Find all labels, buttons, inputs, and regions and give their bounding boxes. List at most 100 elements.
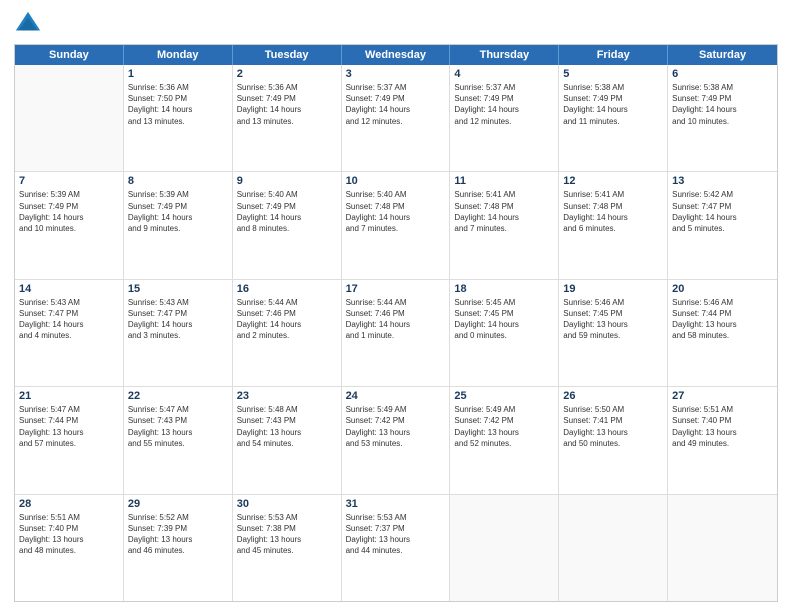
cell-line: Sunrise: 5:37 AM <box>346 82 446 93</box>
cell-line: Sunrise: 5:38 AM <box>563 82 663 93</box>
cell-line: Daylight: 13 hours <box>19 534 119 545</box>
day-number: 20 <box>672 283 773 295</box>
calendar-cell-2: 2Sunrise: 5:36 AMSunset: 7:49 PMDaylight… <box>233 65 342 171</box>
cell-line: and 11 minutes. <box>563 116 663 127</box>
page: SundayMondayTuesdayWednesdayThursdayFrid… <box>0 0 792 612</box>
day-number: 25 <box>454 390 554 402</box>
header-day-sunday: Sunday <box>15 45 124 65</box>
cell-line: Daylight: 13 hours <box>346 534 446 545</box>
cell-line: Sunrise: 5:44 AM <box>346 297 446 308</box>
cell-line: and 53 minutes. <box>346 438 446 449</box>
cell-line: Daylight: 13 hours <box>128 534 228 545</box>
calendar-cell-8: 8Sunrise: 5:39 AMSunset: 7:49 PMDaylight… <box>124 172 233 278</box>
cell-line: Sunrise: 5:36 AM <box>237 82 337 93</box>
cell-line: Sunset: 7:45 PM <box>563 308 663 319</box>
day-number: 26 <box>563 390 663 402</box>
cell-line: Sunset: 7:44 PM <box>672 308 773 319</box>
day-number: 16 <box>237 283 337 295</box>
cell-line: Sunset: 7:45 PM <box>454 308 554 319</box>
cell-line: Sunrise: 5:43 AM <box>128 297 228 308</box>
day-number: 27 <box>672 390 773 402</box>
calendar-cell-empty-4-6 <box>668 495 777 601</box>
day-number: 13 <box>672 175 773 187</box>
header-day-thursday: Thursday <box>450 45 559 65</box>
cell-line: and 54 minutes. <box>237 438 337 449</box>
cell-line: Sunrise: 5:39 AM <box>19 189 119 200</box>
header-day-tuesday: Tuesday <box>233 45 342 65</box>
calendar-cell-21: 21Sunrise: 5:47 AMSunset: 7:44 PMDayligh… <box>15 387 124 493</box>
cell-line: Sunset: 7:50 PM <box>128 93 228 104</box>
calendar-cell-17: 17Sunrise: 5:44 AMSunset: 7:46 PMDayligh… <box>342 280 451 386</box>
cell-line: Sunset: 7:37 PM <box>346 523 446 534</box>
cell-line: and 2 minutes. <box>237 330 337 341</box>
cell-line: Daylight: 14 hours <box>454 104 554 115</box>
calendar-cell-11: 11Sunrise: 5:41 AMSunset: 7:48 PMDayligh… <box>450 172 559 278</box>
cell-line: Sunrise: 5:40 AM <box>237 189 337 200</box>
cell-line: Daylight: 13 hours <box>19 427 119 438</box>
cell-line: Sunrise: 5:49 AM <box>454 404 554 415</box>
cell-line: Sunset: 7:48 PM <box>563 201 663 212</box>
day-number: 8 <box>128 175 228 187</box>
cell-line: and 10 minutes. <box>19 223 119 234</box>
cell-line: Sunset: 7:49 PM <box>128 201 228 212</box>
header-day-monday: Monday <box>124 45 233 65</box>
cell-line: and 48 minutes. <box>19 545 119 556</box>
cell-line: Sunrise: 5:41 AM <box>454 189 554 200</box>
cell-line: Sunrise: 5:48 AM <box>237 404 337 415</box>
cell-line: and 46 minutes. <box>128 545 228 556</box>
day-number: 14 <box>19 283 119 295</box>
cell-line: and 1 minute. <box>346 330 446 341</box>
cell-line: Daylight: 14 hours <box>454 212 554 223</box>
cell-line: and 12 minutes. <box>346 116 446 127</box>
cell-line: and 12 minutes. <box>454 116 554 127</box>
cell-line: Sunrise: 5:39 AM <box>128 189 228 200</box>
cell-line: Daylight: 13 hours <box>672 319 773 330</box>
cell-line: Sunset: 7:49 PM <box>454 93 554 104</box>
calendar-cell-4: 4Sunrise: 5:37 AMSunset: 7:49 PMDaylight… <box>450 65 559 171</box>
cell-line: Sunrise: 5:51 AM <box>672 404 773 415</box>
calendar-cell-1: 1Sunrise: 5:36 AMSunset: 7:50 PMDaylight… <box>124 65 233 171</box>
cell-line: Sunset: 7:48 PM <box>454 201 554 212</box>
cell-line: Daylight: 14 hours <box>346 212 446 223</box>
day-number: 3 <box>346 68 446 80</box>
calendar: SundayMondayTuesdayWednesdayThursdayFrid… <box>14 44 778 602</box>
cell-line: and 0 minutes. <box>454 330 554 341</box>
cell-line: Sunrise: 5:43 AM <box>19 297 119 308</box>
cell-line: and 8 minutes. <box>237 223 337 234</box>
calendar-cell-30: 30Sunrise: 5:53 AMSunset: 7:38 PMDayligh… <box>233 495 342 601</box>
cell-line: Sunrise: 5:42 AM <box>672 189 773 200</box>
cell-line: Daylight: 14 hours <box>237 104 337 115</box>
cell-line: and 52 minutes. <box>454 438 554 449</box>
calendar-cell-29: 29Sunrise: 5:52 AMSunset: 7:39 PMDayligh… <box>124 495 233 601</box>
cell-line: Sunrise: 5:40 AM <box>346 189 446 200</box>
cell-line: Sunrise: 5:46 AM <box>672 297 773 308</box>
cell-line: Daylight: 13 hours <box>672 427 773 438</box>
calendar-row-3: 21Sunrise: 5:47 AMSunset: 7:44 PMDayligh… <box>15 387 777 494</box>
calendar-cell-12: 12Sunrise: 5:41 AMSunset: 7:48 PMDayligh… <box>559 172 668 278</box>
calendar-cell-7: 7Sunrise: 5:39 AMSunset: 7:49 PMDaylight… <box>15 172 124 278</box>
cell-line: Sunset: 7:41 PM <box>563 415 663 426</box>
calendar-cell-26: 26Sunrise: 5:50 AMSunset: 7:41 PMDayligh… <box>559 387 668 493</box>
calendar-row-4: 28Sunrise: 5:51 AMSunset: 7:40 PMDayligh… <box>15 495 777 601</box>
cell-line: and 44 minutes. <box>346 545 446 556</box>
cell-line: Daylight: 14 hours <box>563 212 663 223</box>
day-number: 4 <box>454 68 554 80</box>
cell-line: Sunset: 7:49 PM <box>346 93 446 104</box>
calendar-cell-3: 3Sunrise: 5:37 AMSunset: 7:49 PMDaylight… <box>342 65 451 171</box>
cell-line: Daylight: 14 hours <box>128 104 228 115</box>
cell-line: Sunset: 7:46 PM <box>346 308 446 319</box>
calendar-cell-14: 14Sunrise: 5:43 AMSunset: 7:47 PMDayligh… <box>15 280 124 386</box>
calendar-cell-23: 23Sunrise: 5:48 AMSunset: 7:43 PMDayligh… <box>233 387 342 493</box>
header-day-friday: Friday <box>559 45 668 65</box>
cell-line: and 5 minutes. <box>672 223 773 234</box>
calendar-cell-empty-4-4 <box>450 495 559 601</box>
calendar-row-0: 1Sunrise: 5:36 AMSunset: 7:50 PMDaylight… <box>15 65 777 172</box>
cell-line: Sunrise: 5:50 AM <box>563 404 663 415</box>
calendar-cell-27: 27Sunrise: 5:51 AMSunset: 7:40 PMDayligh… <box>668 387 777 493</box>
day-number: 30 <box>237 498 337 510</box>
day-number: 29 <box>128 498 228 510</box>
cell-line: and 57 minutes. <box>19 438 119 449</box>
day-number: 7 <box>19 175 119 187</box>
cell-line: Sunset: 7:47 PM <box>19 308 119 319</box>
cell-line: Sunrise: 5:49 AM <box>346 404 446 415</box>
